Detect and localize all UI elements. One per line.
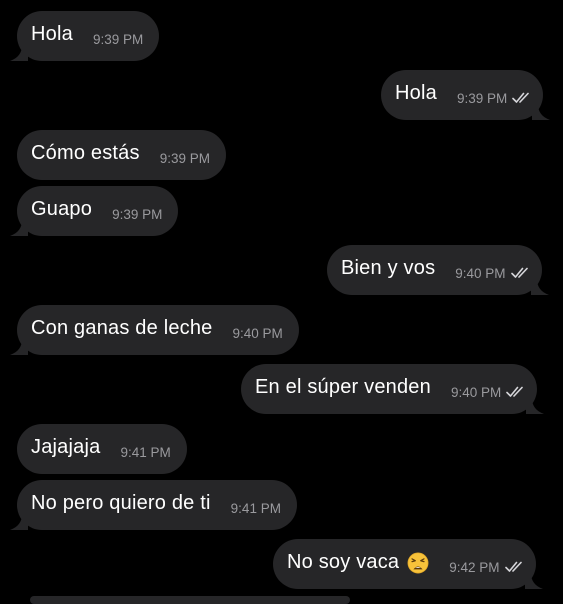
message-text: En el súper venden: [255, 375, 431, 398]
message-bubble-outgoing[interactable]: Hola 9:39 PM: [381, 70, 551, 120]
message-meta: 9:41 PM: [120, 445, 170, 460]
bubble-tail-icon: [524, 573, 543, 589]
message-meta: 9:39 PM: [160, 151, 210, 166]
bubble-tail-icon: [10, 339, 28, 355]
message-timestamp: 9:40 PM: [232, 325, 283, 341]
message-meta: 9:41 PM: [231, 501, 281, 516]
message-timestamp: 9:39 PM: [92, 31, 144, 47]
message-meta: 9:40 PM: [233, 326, 283, 341]
message-timestamp: 9:39 PM: [159, 150, 210, 166]
message-timestamp: 9:41 PM: [120, 444, 171, 460]
double-check-icon: [510, 267, 528, 278]
message-bubble-incoming[interactable]: Cómo estás 9:39 PM: [17, 130, 226, 180]
weary-face-emoji-icon: [407, 552, 429, 574]
message-bubble-outgoing[interactable]: Bien y vos 9:40 PM: [327, 245, 549, 295]
message-text: Guapo: [31, 197, 93, 220]
message-timestamp: 9:40 PM: [450, 384, 502, 400]
message-timestamp: 9:39 PM: [112, 206, 163, 222]
message-meta: 9:39 PM: [93, 32, 143, 47]
double-check-icon: [504, 561, 522, 572]
message-meta: 9:39 PM: [112, 207, 162, 222]
message-bubble-incoming[interactable]: Hola 9:39 PM: [10, 11, 160, 61]
message-bubble-incoming[interactable]: Jajajaja 9:41 PM: [17, 424, 187, 474]
message-bubble-incoming[interactable]: Guapo 9:39 PM: [10, 186, 179, 236]
chat-thread: Hola 9:39 PM Hola 9:39 PM Cómo estás 9:3…: [0, 0, 563, 604]
next-message-bubble-partial: [30, 596, 350, 604]
message-meta: 9:42 PM: [449, 559, 522, 575]
message-timestamp: 9:42 PM: [449, 559, 500, 575]
bubble-tail-icon: [526, 398, 545, 414]
message-meta: 9:40 PM: [450, 384, 524, 400]
message-text: Hola: [395, 81, 437, 104]
message-text: Con ganas de leche: [31, 316, 213, 339]
message-bubble-outgoing[interactable]: No soy vaca 9:42 PM: [273, 539, 543, 589]
message-text: Cómo estás: [31, 141, 140, 164]
double-check-icon: [506, 386, 524, 397]
message-bubble-outgoing[interactable]: En el súper venden 9:40 PM: [241, 364, 545, 414]
bubble-tail-icon: [532, 104, 551, 120]
message-timestamp: 9:41 PM: [230, 500, 281, 516]
message-meta: 9:40 PM: [455, 265, 528, 281]
double-check-icon: [512, 92, 530, 103]
message-bubble-incoming[interactable]: No pero quiero de ti 9:41 PM: [10, 480, 297, 530]
bubble-tail-icon: [10, 220, 28, 236]
message-timestamp: 9:39 PM: [456, 90, 508, 106]
bubble-tail-icon: [530, 279, 549, 295]
message-text: Jajajaja: [31, 435, 101, 458]
bubble-tail-icon: [10, 514, 28, 530]
message-text: Hola: [31, 22, 73, 45]
message-bubble-incoming[interactable]: Con ganas de leche 9:40 PM: [10, 305, 299, 355]
message-text: No pero quiero de ti: [31, 491, 211, 514]
message-text: No soy vaca: [287, 551, 429, 574]
bubble-tail-icon: [10, 45, 28, 61]
message-timestamp: 9:40 PM: [455, 265, 506, 281]
message-meta: 9:39 PM: [456, 90, 530, 106]
message-text-content: No soy vaca: [287, 550, 400, 573]
message-text: Bien y vos: [341, 256, 436, 279]
